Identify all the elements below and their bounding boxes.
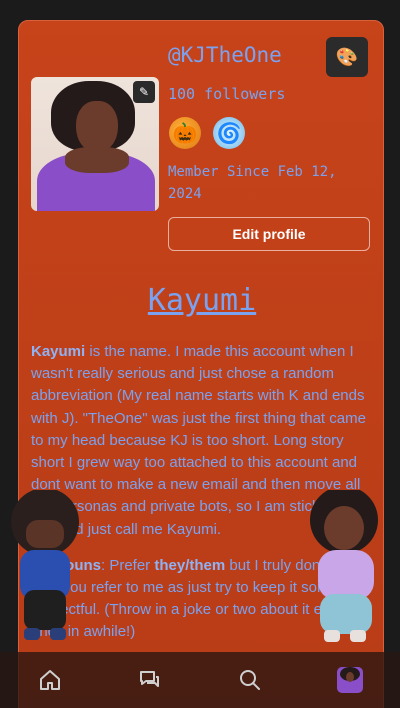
profile-username: @KJTheOne [168, 43, 282, 67]
palette-icon[interactable]: 🎨 [326, 37, 368, 77]
bio-name-bold: Kayumi [31, 343, 86, 360]
edit-avatar-pencil-icon[interactable]: ✎ [133, 81, 155, 103]
chat-icon[interactable] [130, 660, 170, 700]
member-since: Member Since Feb 12, 2024 [168, 164, 337, 202]
pumpkin-badge-icon: 🎃 [169, 117, 201, 149]
chibi-character-right [310, 490, 378, 642]
edit-profile-button[interactable]: Edit profile [168, 217, 370, 251]
chibi-character-left [11, 490, 79, 640]
badge-row: 🎃 🌀 [169, 117, 245, 149]
pronouns-value: they/them [154, 556, 226, 574]
home-icon[interactable] [30, 660, 70, 700]
followers-count[interactable]: 100 followers [168, 85, 285, 103]
profile-avatar-nav[interactable] [330, 660, 370, 700]
bio-title: Kayumi [147, 283, 257, 318]
bottom-nav [0, 652, 400, 708]
swirl-badge-icon: 🌀 [213, 117, 245, 149]
bio-p2-text-a: : Prefer [101, 556, 155, 574]
search-icon[interactable] [230, 660, 270, 700]
